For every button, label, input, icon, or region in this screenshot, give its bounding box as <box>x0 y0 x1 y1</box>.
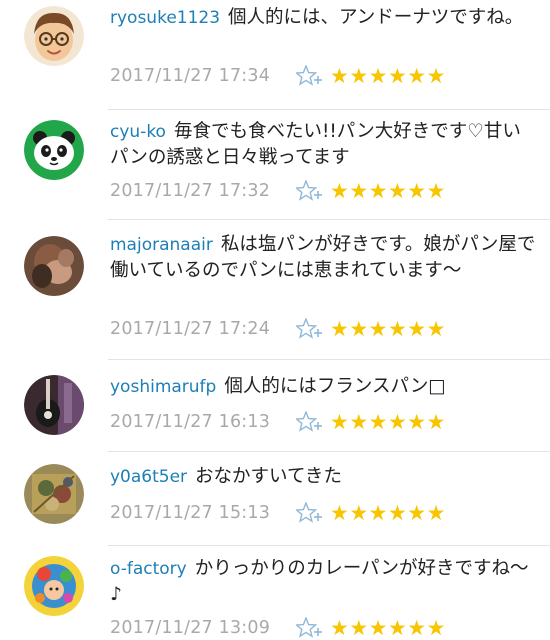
username-link[interactable]: o-factory <box>110 559 187 579</box>
timestamp: 2017/11/27 13:09 <box>110 618 271 638</box>
cartoon-boy-glasses-avatar-icon <box>24 6 84 66</box>
timestamp: 2017/11/27 17:34 <box>110 66 271 86</box>
avatar[interactable] <box>24 120 84 180</box>
avatar[interactable] <box>24 375 84 435</box>
comment-body: o-factory かりっかりのカレーパンが好きですね～♪ <box>110 556 536 608</box>
comment-item: majoranaair 私は塩パンが好きです。娘がパン屋で働いているのでパンには恵… <box>0 220 550 360</box>
add-star-icon[interactable] <box>296 318 324 340</box>
comment-body: yoshimarufp 個人的にはフランスパン□ <box>110 374 536 400</box>
username-link[interactable]: y0a6t5er <box>110 467 187 487</box>
panda-avatar-icon <box>24 120 84 180</box>
add-star-icon[interactable] <box>296 180 324 202</box>
avatar[interactable] <box>24 236 84 296</box>
comment-item: y0a6t5er おなかすいてきた 2017/11/27 15:13 ★★★★★★ <box>0 452 550 546</box>
comment-text: 個人的にはフランスパン□ <box>224 376 446 397</box>
colorful-character-avatar-icon <box>24 556 84 616</box>
comment-meta: 2017/11/27 13:09 ★★★★★★ <box>110 615 446 640</box>
comment-item: yoshimarufp 個人的にはフランスパン□ 2017/11/27 16:13… <box>0 360 550 452</box>
timestamp: 2017/11/27 17:32 <box>110 181 271 201</box>
star-rating: ★★★★★★ <box>330 410 446 434</box>
comment-body: cyu-ko 毎食でも食べたい!!パン大好きです♡甘いパンの誘惑と日々戦ってます <box>110 119 536 171</box>
star-rating: ★★★★★★ <box>330 501 446 525</box>
username-link[interactable]: majoranaair <box>110 235 213 255</box>
username-link[interactable]: cyu-ko <box>110 122 166 142</box>
comment-body: majoranaair 私は塩パンが好きです。娘がパン屋で働いているのでパンには恵… <box>110 232 536 284</box>
comment-list: ryosuke1123 個人的には、アンドーナツですね。 2017/11/27 1… <box>0 0 550 640</box>
comment-text: 個人的には、アンドーナツですね。 <box>228 7 524 28</box>
guitar-photo-avatar-icon <box>24 375 84 435</box>
add-star-icon[interactable] <box>296 65 324 87</box>
star-rating: ★★★★★★ <box>330 179 446 203</box>
comment-body: y0a6t5er おなかすいてきた <box>110 464 536 490</box>
username-link[interactable]: yoshimarufp <box>110 377 216 397</box>
comment-text: おなかすいてきた <box>195 466 342 487</box>
comment-body: ryosuke1123 個人的には、アンドーナツですね。 <box>110 5 536 31</box>
star-rating: ★★★★★★ <box>330 64 446 88</box>
comment-meta: 2017/11/27 16:13 ★★★★★★ <box>110 409 446 435</box>
username-link[interactable]: ryosuke1123 <box>110 8 220 28</box>
avatar[interactable] <box>24 6 84 66</box>
add-star-icon[interactable] <box>296 502 324 524</box>
comment-item: cyu-ko 毎食でも食べたい!!パン大好きです♡甘いパンの誘惑と日々戦ってます … <box>0 110 550 220</box>
avatar[interactable] <box>24 556 84 616</box>
comment-text: 毎食でも食べたい!!パン大好きです♡甘いパンの誘惑と日々戦ってます <box>110 121 521 168</box>
comment-meta: 2017/11/27 17:34 ★★★★★★ <box>110 63 446 89</box>
add-star-icon[interactable] <box>296 617 324 639</box>
timestamp: 2017/11/27 16:13 <box>110 412 271 432</box>
comment-item: o-factory かりっかりのカレーパンが好きですね～♪ 2017/11/27 … <box>0 546 550 640</box>
comment-meta: 2017/11/27 17:32 ★★★★★★ <box>110 178 446 204</box>
timestamp: 2017/11/27 17:24 <box>110 319 271 339</box>
comment-meta: 2017/11/27 15:13 ★★★★★★ <box>110 500 446 526</box>
add-star-icon[interactable] <box>296 411 324 433</box>
illustration-avatar-icon <box>24 464 84 524</box>
comment-meta: 2017/11/27 17:24 ★★★★★★ <box>110 316 446 342</box>
photo-avatar-icon <box>24 236 84 296</box>
avatar[interactable] <box>24 464 84 524</box>
star-rating: ★★★★★★ <box>330 317 446 341</box>
comment-item: ryosuke1123 個人的には、アンドーナツですね。 2017/11/27 1… <box>0 0 550 110</box>
timestamp: 2017/11/27 15:13 <box>110 503 271 523</box>
star-rating: ★★★★★★ <box>330 616 446 640</box>
